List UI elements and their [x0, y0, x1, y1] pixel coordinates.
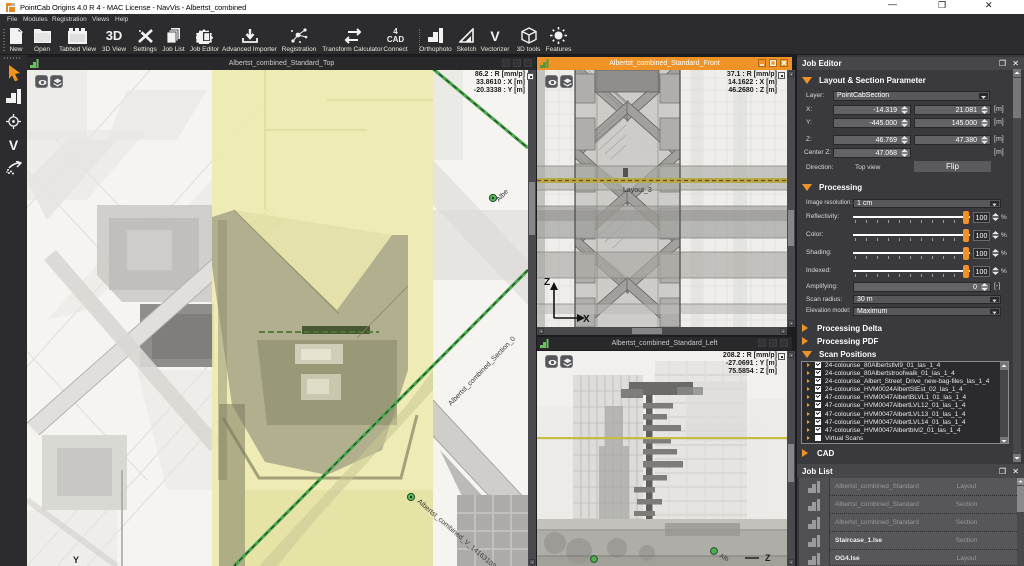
svg-text:X: X: [583, 314, 590, 325]
svg-text:Y: Y: [73, 555, 79, 565]
svg-text:Z: Z: [765, 553, 771, 563]
svg-text:Layout_3: Layout_3: [623, 187, 652, 194]
svg-text:Z: Z: [544, 277, 550, 288]
